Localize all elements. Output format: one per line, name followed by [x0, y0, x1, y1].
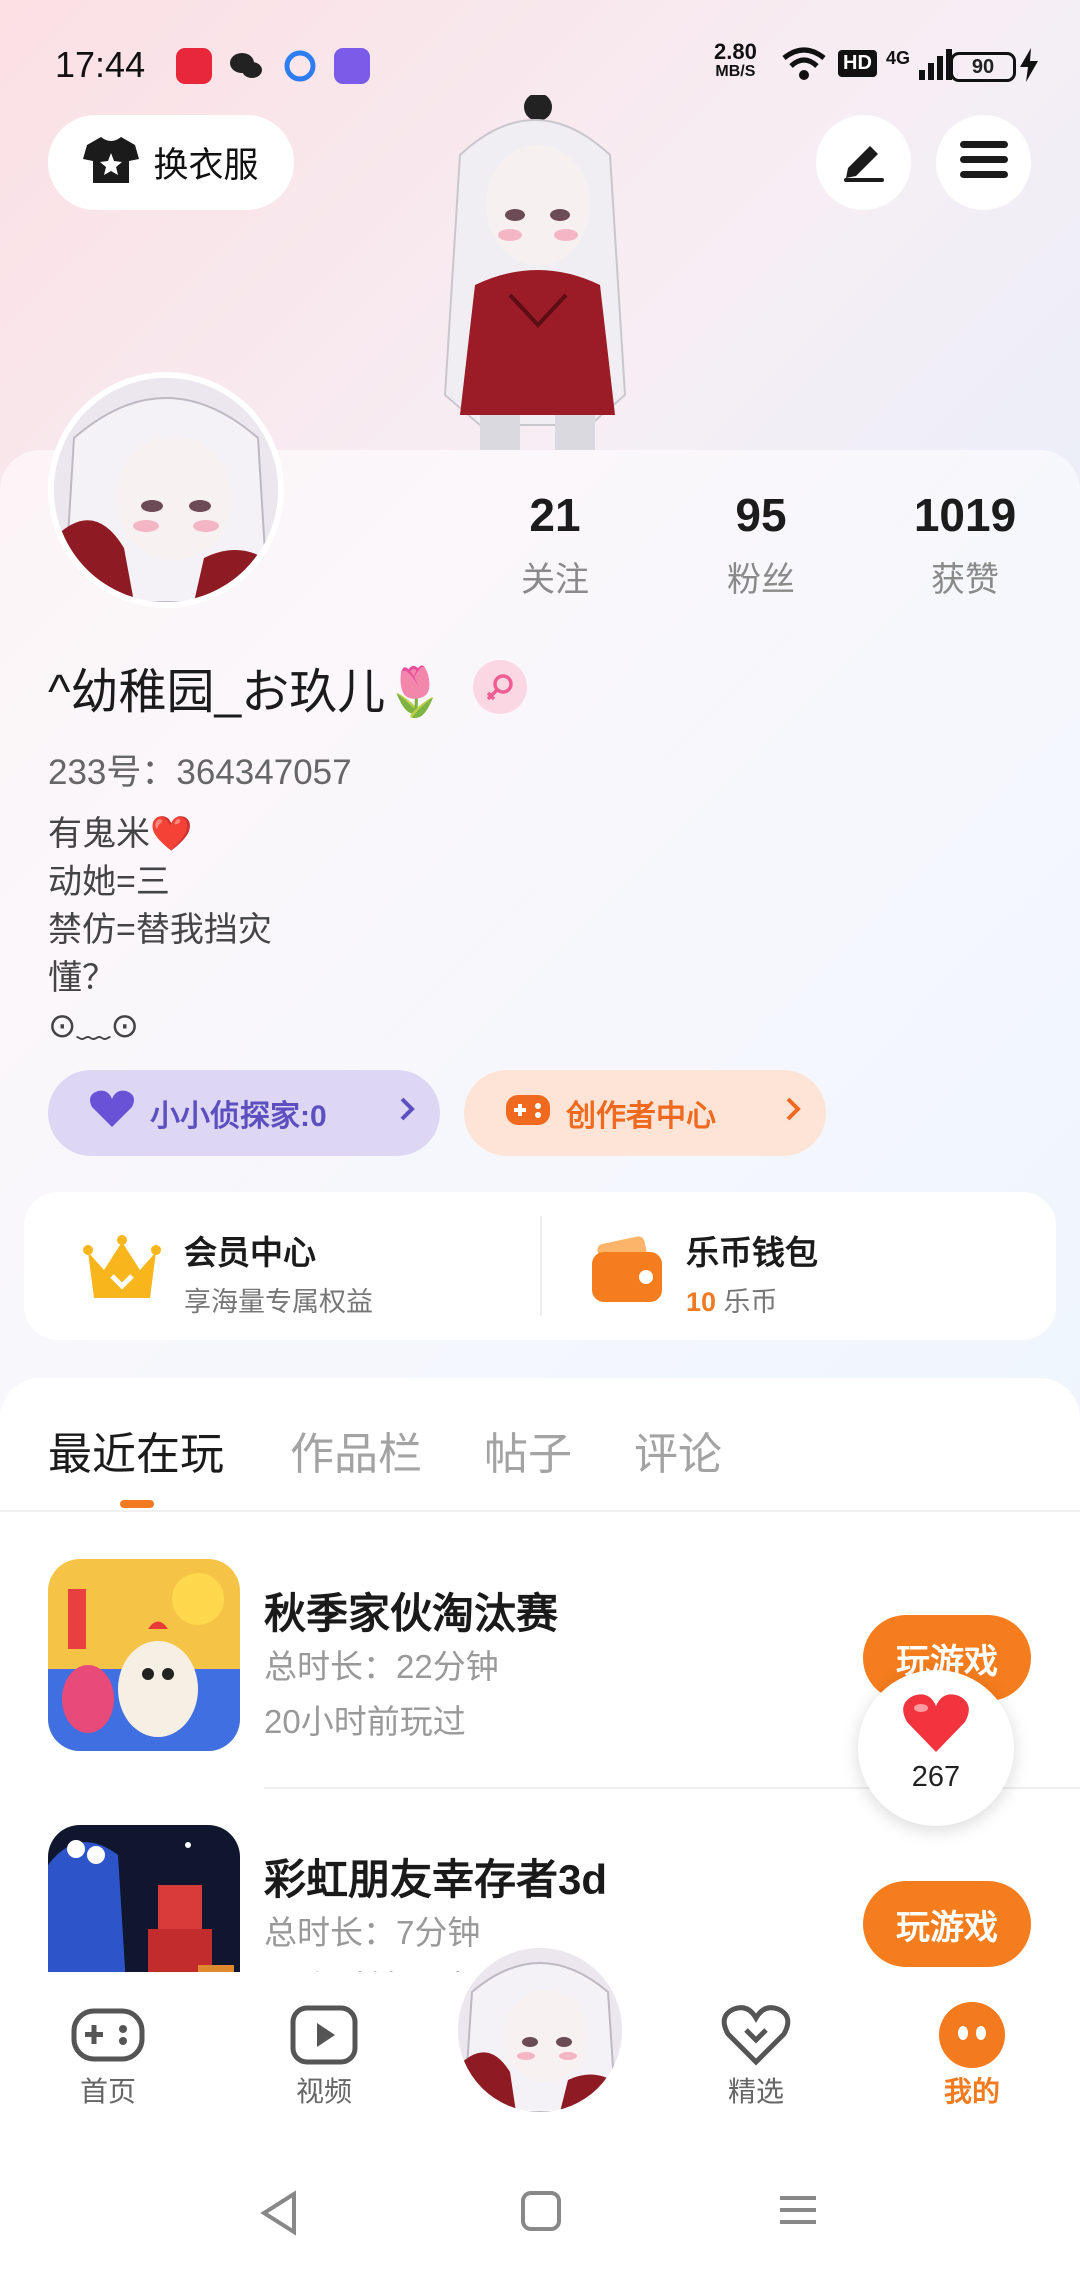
detective-label: 小小侦探家:0: [150, 1100, 327, 1133]
assistant-app-icon: [334, 48, 370, 84]
nav-home[interactable]: 首页: [38, 2000, 178, 2110]
nav-home-label: 首页: [79, 2076, 136, 2107]
xiaohongshu-app-icon: [176, 48, 212, 84]
member-wallet-box: 会员中心 享海量专属权益 乐币钱包 10 乐币: [24, 1192, 1056, 1340]
bio-line: ⊙﹏⊙: [48, 1007, 139, 1045]
hd-badge: HD: [838, 50, 877, 77]
nav-mine-label: 我的: [943, 2076, 1000, 2107]
tab-comments[interactable]: 评论: [634, 1418, 722, 1482]
coin-wallet-entry[interactable]: 乐币钱包 10 乐币: [590, 1226, 818, 1319]
followers-label: 粉丝: [727, 561, 795, 599]
tabs-divider: [0, 1510, 1080, 1512]
game-duration: 总时长：7分钟: [264, 1914, 481, 1951]
change-outfit-button[interactable]: 换衣服: [48, 115, 294, 210]
nav-mine[interactable]: 我的: [902, 2000, 1042, 2110]
wechat-app-icon: [228, 48, 264, 84]
female-gender-icon: [473, 660, 527, 714]
system-recents-icon[interactable]: [778, 2190, 818, 2235]
browser-app-icon: [282, 48, 318, 84]
charging-icon: [1020, 48, 1038, 90]
heart-outline-icon: [686, 2000, 826, 2070]
gamepad-icon: [504, 1089, 552, 1137]
nav-video-label: 视频: [295, 2076, 352, 2107]
battery-indicator: 90: [950, 52, 1016, 82]
following-count: 21: [529, 489, 581, 541]
nav-video[interactable]: 视频: [254, 2000, 394, 2110]
following-label: 关注: [521, 561, 589, 599]
tab-works[interactable]: 作品栏: [290, 1418, 422, 1482]
pencil-icon: [840, 138, 888, 187]
creator-center-button[interactable]: 创作者中心: [464, 1070, 826, 1156]
nav-avatar-center[interactable]: [448, 1938, 632, 2122]
wallet-coin-amount: 10: [686, 1287, 717, 1317]
stat-likes[interactable]: 1019 获赞: [885, 488, 1045, 601]
game-thumbnail: [48, 1825, 240, 1972]
crown-icon: [82, 1234, 162, 1311]
bio-line: 懂？: [48, 959, 116, 997]
game-last-played: 20小时前玩过: [264, 1703, 466, 1740]
smiley-face-icon: [902, 2000, 1042, 2070]
heart-icon: [858, 1670, 1014, 1759]
nav-featured-label: 精选: [727, 2076, 784, 2107]
game-last-played: 21小时前玩过: [264, 1961, 466, 1972]
hamburger-menu-icon: [959, 139, 1008, 186]
network-type: 4G: [886, 48, 911, 68]
tshirt-icon: [83, 135, 140, 190]
network-speed-unit: MB/S: [715, 63, 756, 80]
game-duration: 总时长：22分钟: [264, 1648, 499, 1685]
stat-following[interactable]: 21 关注: [475, 488, 635, 601]
chevron-right-icon: [784, 1095, 802, 1131]
nav-featured[interactable]: 精选: [686, 2000, 826, 2110]
wallet-balance: 10 乐币: [686, 1280, 818, 1319]
user-bio: 有鬼米❤️ 动她=三 禁仿=替我挡灾 懂？ ⊙﹏⊙: [48, 810, 272, 1050]
menu-button[interactable]: [936, 115, 1031, 210]
user-id: 233号：364347057: [48, 753, 352, 792]
vip-center-subtitle: 享海量专属权益: [184, 1287, 373, 1317]
change-outfit-label: 换衣服: [153, 146, 259, 185]
video-play-icon: [254, 2000, 394, 2070]
tab-posts[interactable]: 帖子: [484, 1418, 572, 1482]
stat-followers[interactable]: 95 粉丝: [681, 488, 841, 601]
signal-icon: 4G: [886, 48, 953, 88]
followers-count: 95: [735, 489, 787, 541]
tab-recently-played[interactable]: 最近在玩: [48, 1418, 224, 1482]
bio-line: 有鬼米❤️: [48, 815, 193, 853]
detective-button[interactable]: 小小侦探家:0: [48, 1070, 440, 1156]
bio-line: 动她=三: [48, 863, 170, 901]
member-divider: [540, 1216, 542, 1316]
game-name: 秋季家伙淘汰赛: [264, 1590, 559, 1637]
vip-center-title: 会员中心: [184, 1234, 316, 1271]
chevron-right-icon: [398, 1095, 416, 1131]
center-avatar-image: [458, 1948, 622, 2112]
likes-received-count: 1019: [913, 489, 1017, 541]
play-game-button[interactable]: 玩游戏: [863, 1881, 1031, 1967]
bio-line: 禁仿=替我挡灾: [48, 911, 272, 949]
system-back-icon[interactable]: [258, 2190, 300, 2241]
wallet-coin-unit: 乐币: [716, 1287, 778, 1317]
wallet-icon: [590, 1236, 664, 1309]
active-tab-indicator: [120, 1500, 154, 1508]
system-home-icon[interactable]: [520, 2190, 562, 2237]
wallet-title: 乐币钱包: [686, 1234, 818, 1271]
profile-avatar[interactable]: [48, 372, 284, 608]
edit-profile-button[interactable]: [816, 115, 911, 210]
user-nickname: ^幼稚园_お玖儿🌷: [48, 652, 527, 722]
like-count: 267: [911, 1761, 961, 1793]
gamepad-icon: [38, 2000, 178, 2070]
network-speed-value: 2.80: [714, 39, 757, 64]
purple-heart-icon: [88, 1089, 136, 1137]
game-name: 彩虹朋友幸存者3d: [264, 1856, 608, 1903]
vip-center-entry[interactable]: 会员中心 享海量专属权益: [82, 1226, 373, 1319]
network-speed: 2.80 MB/S: [714, 39, 757, 82]
nickname-text: ^幼稚园_お玖儿🌷: [48, 666, 445, 719]
status-time: 17:44: [55, 44, 146, 85]
like-floating-button[interactable]: 267: [858, 1670, 1014, 1826]
likes-received-label: 获赞: [931, 561, 999, 599]
wifi-icon: [782, 46, 826, 90]
creator-center-label: 创作者中心: [566, 1100, 716, 1133]
avatar-character-illustration: [420, 93, 650, 450]
game-thumbnail: [48, 1559, 240, 1751]
